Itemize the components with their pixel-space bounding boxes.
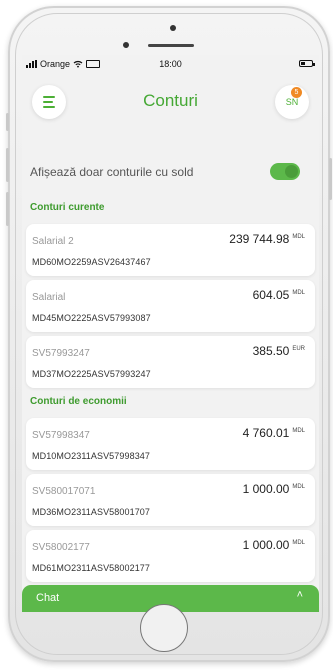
account-card[interactable]: Salarial 604.05 MDL MD45MO2225ASV57993087 [26,280,315,332]
account-card[interactable]: Salarial 2 239 744.98 MDL MD60MO2259ASV26… [26,224,315,276]
account-iban: MD36MO2311ASV58001707 [32,507,151,517]
chat-label: Chat [36,592,60,604]
balance-filter-toggle[interactable] [270,163,300,180]
side-button [6,113,9,131]
account-balance: 385.50 EUR [253,344,305,358]
volume-up-button [6,148,9,182]
section-title-savings: Conturi de economii [30,396,127,407]
balance-filter-row: Afișează doar conturile cu sold [30,163,300,183]
account-card[interactable]: SV58002177 1 000.00 MDL MD61MO2311ASV5800… [26,530,315,582]
volume-down-button [6,192,9,226]
account-card[interactable]: SV57993247 385.50 EUR MD37MO2225ASV579932… [26,336,315,388]
account-name: Salarial 2 [32,236,74,247]
account-balance: 1 000.00 MDL [243,538,305,552]
account-name: Salarial [32,292,66,303]
currency-code: EUR [292,346,305,352]
amount-value: 1 000.00 [242,538,290,552]
account-name: SV57998347 [32,430,90,441]
camera-icon [170,25,176,31]
account-iban: MD60MO2259ASV26437467 [32,257,151,267]
account-card[interactable]: SV57998347 4 760.01 MDL MD10MO2311ASV5799… [26,418,315,470]
account-iban: MD37MO2225ASV57993247 [32,369,151,379]
front-camera-icon [123,42,129,48]
account-name: SV580017071 [32,486,96,497]
avatar-button[interactable]: SN 5 [275,85,309,119]
amount-value: 385.50 [252,344,290,358]
status-bar: Orange 18:00 [22,55,319,73]
balance-filter-label: Afișează doar conturile cu sold [30,165,194,179]
currency-code: MDL [292,428,305,434]
amount-value: 1 000.00 [242,482,290,496]
section-title-current: Conturi curente [30,202,105,213]
amount-value: 604.05 [252,288,290,302]
account-name: SV57993247 [32,348,90,359]
home-button[interactable] [140,604,188,652]
battery-icon [299,60,315,67]
account-card[interactable]: SV580017071 1 000.00 MDL MD36MO2311ASV580… [26,474,315,526]
account-iban: MD61MO2311ASV58002177 [32,563,151,573]
status-time: 18:00 [159,59,182,69]
account-balance: 1 000.00 MDL [243,482,305,496]
earpiece-speaker [148,44,194,47]
currency-code: MDL [292,290,305,296]
account-balance: 239 744.98 MDL [229,232,305,246]
currency-code: MDL [292,540,305,546]
power-button [329,158,332,200]
app-header: Conturi SN 5 [22,77,319,127]
notification-badge: 5 [291,87,302,98]
amount-value: 4 760.01 [242,426,290,440]
account-iban: MD10MO2311ASV57998347 [32,451,151,461]
currency-code: MDL [292,484,305,490]
avatar-initials: SN [285,97,299,107]
account-balance: 4 760.01 MDL [243,426,305,440]
account-iban: MD45MO2225ASV57993087 [32,313,151,323]
currency-code: MDL [292,234,305,240]
account-name: SV58002177 [32,542,90,553]
amount-value: 239 744.98 [229,232,290,246]
account-balance: 604.05 MDL [253,288,305,302]
chevron-up-icon[interactable]: ˄ [297,589,303,601]
app-screen: Orange 18:00 Conturi SN 5 Afișează doar … [22,55,319,612]
